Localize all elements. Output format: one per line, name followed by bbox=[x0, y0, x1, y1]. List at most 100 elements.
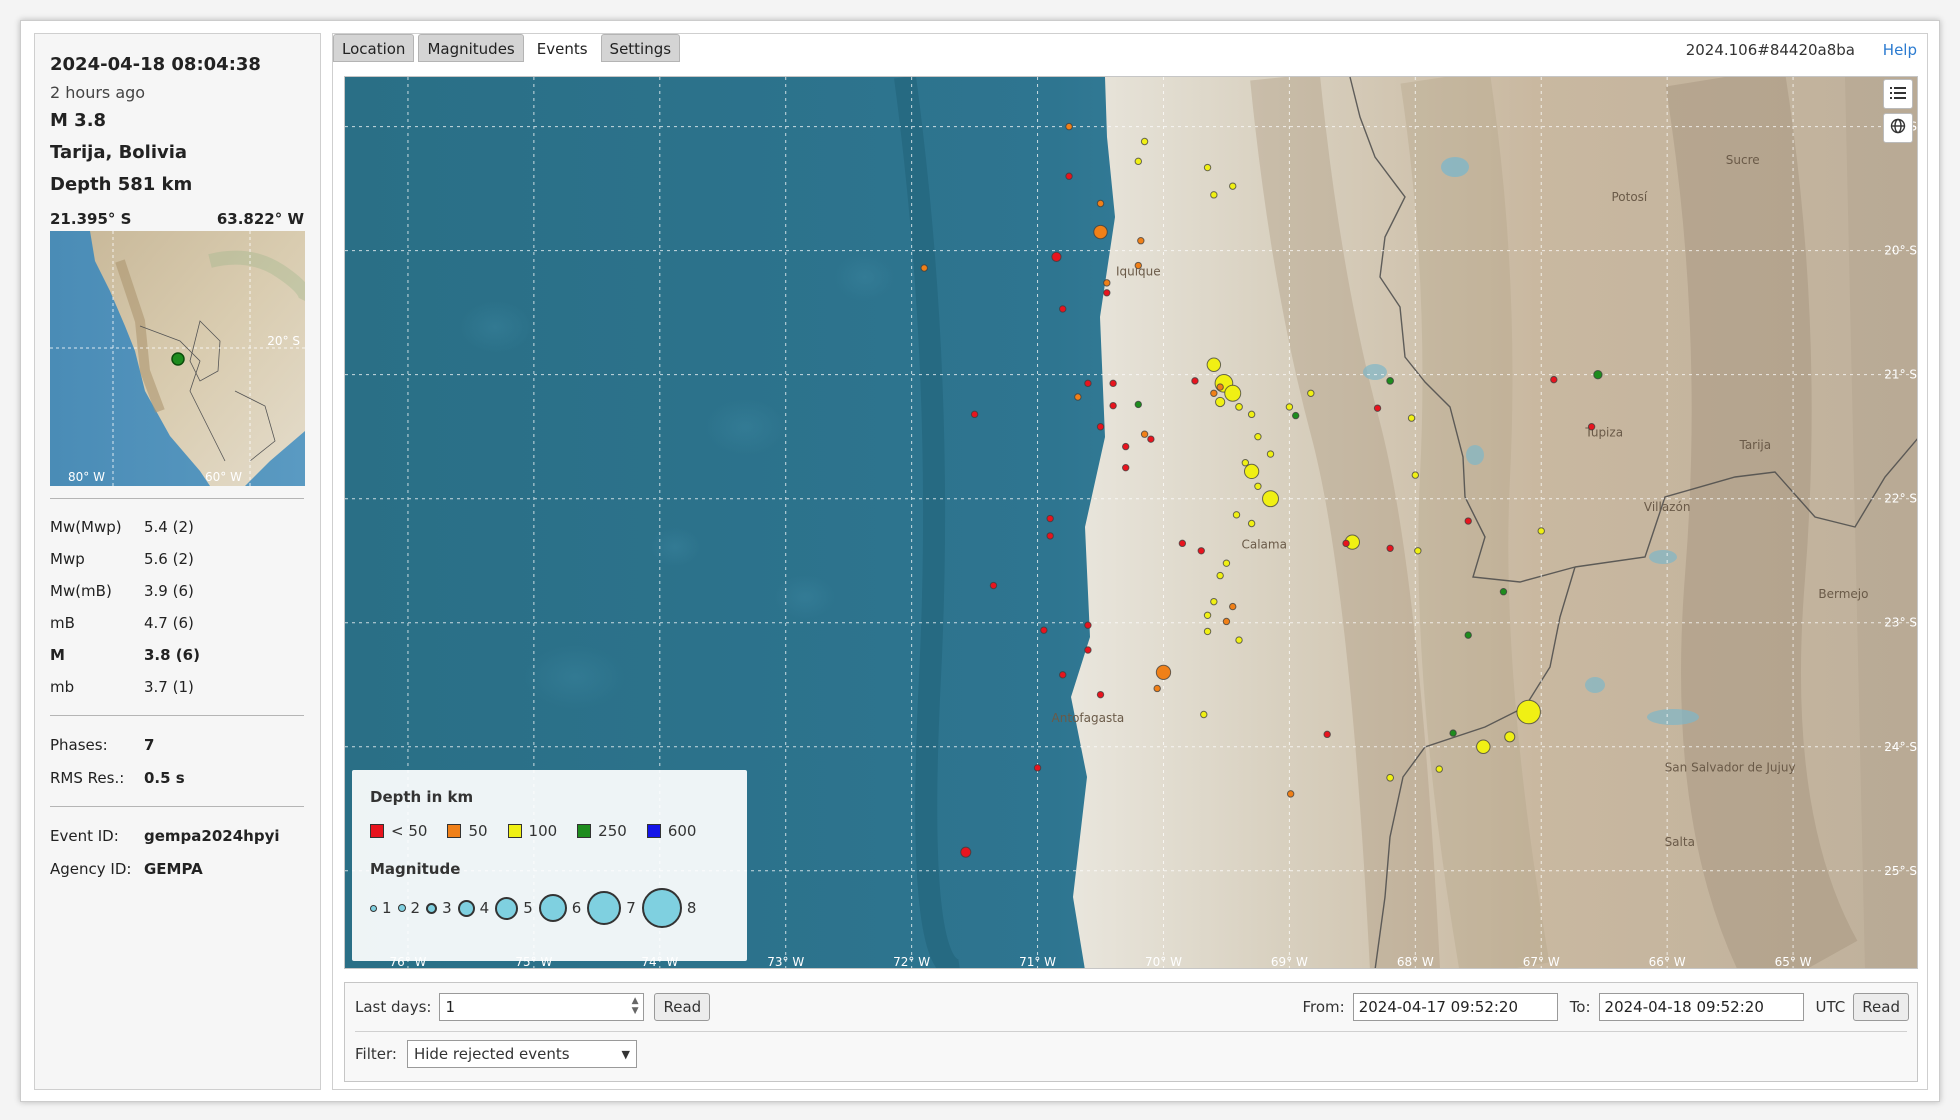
event-marker[interactable] bbox=[1215, 396, 1226, 408]
event-marker[interactable] bbox=[920, 264, 928, 272]
tab-events[interactable]: Events bbox=[527, 34, 597, 62]
event-marker[interactable] bbox=[1084, 379, 1092, 388]
event-marker[interactable] bbox=[989, 581, 998, 590]
event-marker[interactable] bbox=[1140, 430, 1149, 438]
event-marker[interactable] bbox=[1386, 544, 1394, 553]
layer-list-button[interactable] bbox=[1883, 79, 1913, 109]
event-marker[interactable] bbox=[1222, 617, 1231, 626]
event-marker[interactable] bbox=[960, 846, 972, 858]
filter-select[interactable]: Hide rejected events ▼ bbox=[406, 1040, 637, 1068]
event-marker[interactable] bbox=[1093, 224, 1108, 240]
event-marker[interactable] bbox=[1224, 384, 1242, 402]
event-marker[interactable] bbox=[1373, 404, 1382, 412]
last-days-input[interactable] bbox=[439, 993, 645, 1021]
from-date-input[interactable] bbox=[1352, 993, 1558, 1021]
event-marker[interactable] bbox=[1435, 765, 1443, 773]
event-marker[interactable] bbox=[1286, 790, 1295, 798]
event-marker[interactable] bbox=[1254, 482, 1262, 490]
event-marker[interactable] bbox=[1109, 379, 1117, 388]
event-marker[interactable] bbox=[1153, 684, 1161, 693]
event-marker[interactable] bbox=[1386, 377, 1394, 385]
event-marker[interactable] bbox=[1216, 383, 1224, 391]
event-marker[interactable] bbox=[1587, 423, 1596, 431]
event-marker[interactable] bbox=[1216, 571, 1224, 580]
event-marker[interactable] bbox=[1414, 547, 1422, 555]
event-marker[interactable] bbox=[1200, 710, 1208, 719]
event-marker[interactable] bbox=[1229, 182, 1237, 190]
event-marker[interactable] bbox=[1203, 611, 1212, 619]
event-marker[interactable] bbox=[1134, 400, 1142, 409]
event-marker[interactable] bbox=[1065, 122, 1073, 131]
event-marker[interactable] bbox=[1134, 157, 1142, 166]
event-marker[interactable] bbox=[1046, 514, 1054, 523]
event-marker[interactable] bbox=[1285, 403, 1294, 411]
event-marker[interactable] bbox=[1222, 559, 1231, 567]
event-marker[interactable] bbox=[1178, 539, 1187, 548]
event-marker[interactable] bbox=[1203, 163, 1212, 172]
event-marker[interactable] bbox=[1210, 389, 1218, 397]
event-marker[interactable] bbox=[1134, 261, 1142, 270]
event-marker[interactable] bbox=[1059, 305, 1067, 313]
event-marker[interactable] bbox=[1033, 764, 1042, 772]
event-marker[interactable] bbox=[1550, 375, 1558, 384]
event-marker[interactable] bbox=[1140, 137, 1149, 146]
event-marker[interactable] bbox=[1103, 289, 1111, 297]
event-marker[interactable] bbox=[1504, 731, 1516, 743]
event-marker[interactable] bbox=[1241, 459, 1250, 467]
event-marker[interactable] bbox=[1065, 172, 1073, 180]
event-marker[interactable] bbox=[1191, 377, 1199, 385]
event-marker[interactable] bbox=[1247, 519, 1256, 528]
event-marker[interactable] bbox=[1291, 411, 1300, 420]
event-marker[interactable] bbox=[1103, 279, 1111, 287]
help-link[interactable]: Help bbox=[1883, 41, 1917, 59]
event-marker[interactable] bbox=[1203, 627, 1212, 636]
tab-magnitudes[interactable]: Magnitudes bbox=[418, 34, 524, 62]
to-date-input[interactable] bbox=[1598, 993, 1804, 1021]
event-marker[interactable] bbox=[1147, 435, 1155, 443]
event-marker[interactable] bbox=[1210, 191, 1218, 199]
event-marker[interactable] bbox=[1051, 251, 1062, 262]
event-marker[interactable] bbox=[1040, 626, 1048, 634]
event-marker[interactable] bbox=[1206, 357, 1222, 372]
globe-view-button[interactable] bbox=[1883, 113, 1913, 143]
event-marker[interactable] bbox=[1476, 739, 1491, 754]
event-marker[interactable] bbox=[1210, 597, 1218, 606]
event-marker[interactable] bbox=[1137, 237, 1145, 245]
event-marker[interactable] bbox=[1593, 369, 1603, 380]
event-marker[interactable] bbox=[1229, 602, 1237, 611]
event-marker[interactable] bbox=[1499, 588, 1508, 596]
event-marker[interactable] bbox=[1059, 671, 1067, 679]
event-marker[interactable] bbox=[1232, 511, 1241, 519]
event-marker[interactable] bbox=[1122, 463, 1130, 472]
event-marker[interactable] bbox=[1262, 490, 1279, 508]
event-marker[interactable] bbox=[1254, 432, 1262, 441]
event-marker[interactable] bbox=[1386, 773, 1394, 782]
event-marker[interactable] bbox=[1096, 690, 1105, 699]
tab-location[interactable]: Location bbox=[333, 34, 415, 62]
event-marker[interactable] bbox=[1046, 532, 1054, 540]
spinner-arrows-icon[interactable]: ▲ ▼ bbox=[632, 996, 639, 1016]
event-marker[interactable] bbox=[1197, 547, 1205, 555]
event-marker[interactable] bbox=[1464, 631, 1472, 639]
read-last-days-button[interactable]: Read bbox=[654, 993, 711, 1021]
event-marker[interactable] bbox=[1096, 199, 1105, 208]
event-marker[interactable] bbox=[1516, 699, 1541, 725]
event-marker[interactable] bbox=[1411, 471, 1420, 479]
event-marker[interactable] bbox=[1074, 393, 1082, 401]
event-marker[interactable] bbox=[1235, 403, 1243, 411]
event-marker[interactable] bbox=[1537, 527, 1545, 535]
event-marker[interactable] bbox=[1096, 423, 1105, 431]
event-marker[interactable] bbox=[1342, 539, 1350, 548]
event-marker[interactable] bbox=[1307, 389, 1315, 397]
event-marker[interactable] bbox=[1449, 729, 1457, 737]
event-marker[interactable] bbox=[1122, 442, 1130, 451]
event-marker[interactable] bbox=[1266, 450, 1275, 458]
event-marker[interactable] bbox=[1464, 517, 1472, 525]
event-marker[interactable] bbox=[1323, 730, 1331, 739]
event-marker[interactable] bbox=[970, 410, 979, 419]
event-marker[interactable] bbox=[1084, 621, 1092, 629]
event-marker[interactable] bbox=[1243, 463, 1260, 480]
event-map[interactable]: 76° W 75° W 74° W 73° W 72° W 71° W 70° W 69° W… bbox=[344, 76, 1918, 969]
event-marker[interactable] bbox=[1109, 401, 1117, 410]
event-marker[interactable] bbox=[1247, 410, 1256, 419]
